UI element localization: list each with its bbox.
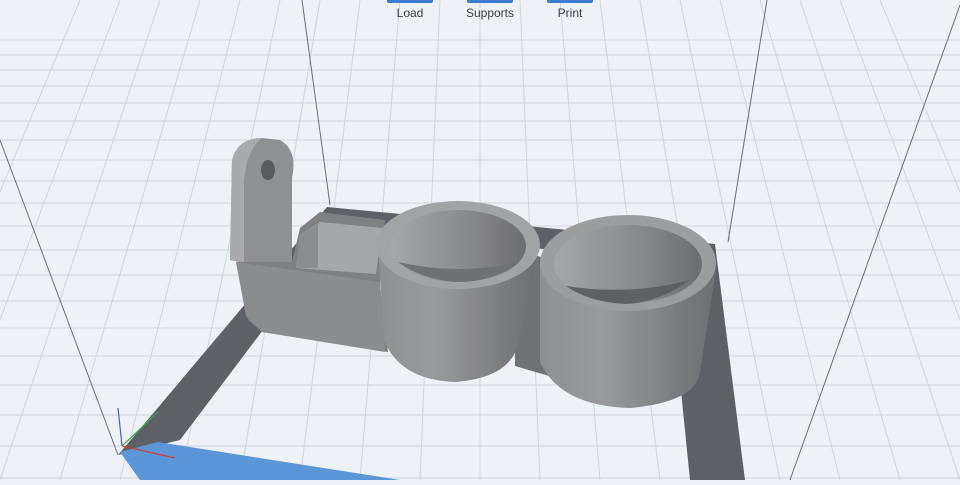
top-toolbar: Load Supports Print (380, 0, 600, 24)
supports-button[interactable]: Supports (460, 0, 520, 24)
supports-label: Supports (465, 6, 515, 20)
print-icon (547, 0, 593, 3)
load-label: Load (396, 6, 424, 20)
print-label: Print (557, 6, 583, 20)
3d-viewport[interactable]: Load Supports Print (0, 0, 960, 481)
load-button[interactable]: Load (380, 0, 440, 24)
load-icon (387, 0, 433, 3)
scene-svg[interactable] (0, 0, 960, 481)
print-button[interactable]: Print (540, 0, 600, 24)
supports-icon (467, 0, 513, 3)
